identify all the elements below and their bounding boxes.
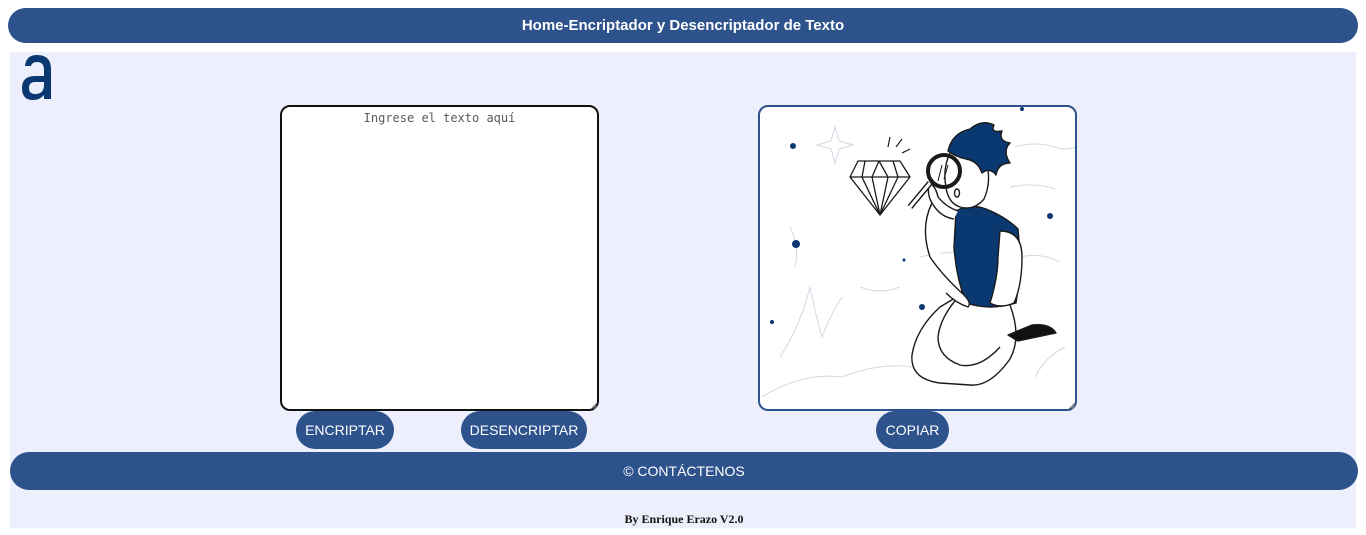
contact-link[interactable]: © CONTÁCTENOS [10,452,1358,490]
text-input[interactable] [280,105,599,411]
resize-handle-icon[interactable] [1068,402,1076,410]
main-panel: ENCRIPTAR DESENCRIPTAR COPIAR © CONTÁCTE… [10,52,1358,528]
person-with-magnifying-glass-illustration [761,107,1075,398]
header-bar: Home-Encriptador y Desencriptador de Tex… [8,8,1358,43]
output-panel [758,105,1077,411]
decrypt-button[interactable]: DESENCRIPTAR [461,411,587,449]
encrypt-button[interactable]: ENCRIPTAR [296,411,394,449]
footer-credit: By Enrique Erazo V2.0 [624,512,744,526]
page-title: Home-Encriptador y Desencriptador de Tex… [521,17,845,34]
copy-button[interactable]: COPIAR [876,411,949,449]
contact-label: © CONTÁCTENOS [623,463,745,479]
alura-logo-icon [22,55,51,100]
resize-handle-icon[interactable] [590,402,598,410]
